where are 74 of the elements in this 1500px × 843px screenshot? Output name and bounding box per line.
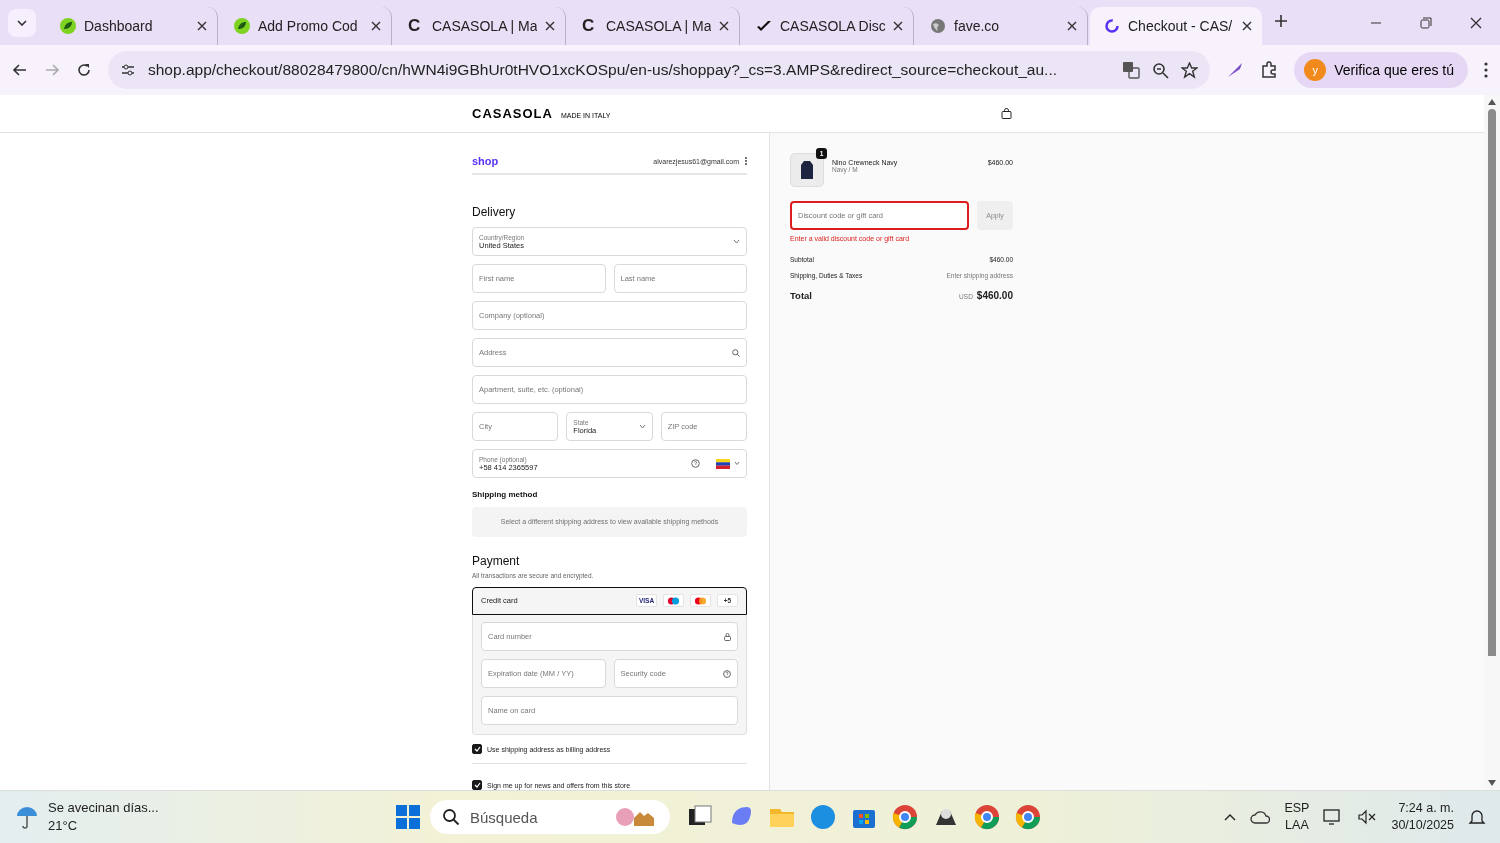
language-indicator[interactable]: ESP [1284,800,1310,817]
chevron-down-icon [638,424,646,429]
total-label: Total [790,290,812,301]
close-icon[interactable] [893,21,903,31]
restore-icon[interactable] [1420,16,1432,29]
section-heading: Delivery [472,205,517,219]
check-icon [473,746,481,752]
more-menu-icon[interactable] [1484,62,1488,78]
chevron-down-icon [17,19,27,26]
globe-icon [930,18,946,34]
shopping-bag-icon[interactable] [1001,108,1012,119]
tab-search-button[interactable] [8,8,36,37]
section-heading: Payment [472,553,521,568]
muted-speaker-icon[interactable] [1357,809,1378,825]
browser-tab[interactable]: Checkout - CAS/ [1090,7,1262,45]
close-icon[interactable] [1067,21,1077,31]
close-icon[interactable] [371,21,381,31]
weather-text[interactable]: Se avecinan días... [48,799,159,817]
check-icon [473,782,481,788]
chevron-up-icon[interactable] [1224,813,1237,821]
leaf-icon [234,18,250,34]
shop-logo: shop [472,155,499,167]
leaf-icon [60,18,76,34]
mastercard-logo [690,594,711,608]
star-icon[interactable] [1181,61,1199,79]
search-icon [732,348,740,357]
checkbox[interactable] [472,744,482,754]
address-bar[interactable]: shop.app/checkout/88028479800/cn/hWN4i9GBhUr0tHVO1xcKOSpu/en-us/shoppay?_cs=3.AMPS&redirect_source=checkout_au... [108,51,1211,89]
chevron-down-icon [733,239,740,244]
site-icon: C [582,16,598,36]
swoosh-icon [756,18,772,34]
translate-icon[interactable] [1122,61,1141,79]
close-icon[interactable] [197,21,207,31]
help-icon [691,459,700,468]
lock-icon [724,632,731,641]
close-icon[interactable] [1470,16,1482,29]
total-amount: $460.00 [976,290,1013,301]
chrome-icon[interactable] [973,803,1001,831]
scrollbar[interactable] [1484,95,1500,790]
maestro-logo [663,594,684,608]
flag-icon[interactable] [716,458,730,469]
chevron-down-icon [734,461,740,466]
close-icon[interactable] [719,21,729,31]
reload-icon[interactable] [76,62,92,78]
site-icon: C [408,16,424,36]
sweater-icon [800,160,814,180]
clock-date[interactable]: 30/10/2025 [1391,817,1454,834]
clock-time[interactable]: 7:24 a. m. [1391,800,1454,817]
notification-icon[interactable] [1468,808,1486,826]
back-icon[interactable] [12,62,28,78]
section-heading: Shipping method [472,490,539,499]
new-tab-icon[interactable] [1274,13,1288,28]
store-logo[interactable]: CASASOLA [472,106,553,121]
chrome-icon[interactable] [1014,803,1042,831]
close-icon[interactable] [1242,21,1252,31]
close-icon[interactable] [545,21,555,31]
start-icon[interactable] [394,803,422,831]
taskbar-search[interactable]: Búsqueda [430,800,670,834]
extensions-icon[interactable] [1260,61,1279,79]
search-icon [442,808,460,826]
url-text: shop.app/checkout/88028479800/cn/hWN4i9GBhUr0tHVO1xcKOSpu/en-us/shoppay?_cs=3.AMPS&redirect_source=checkout_au... [148,61,1058,79]
umbrella-icon [14,804,40,830]
help-icon [723,669,731,678]
scroll-up-icon [1488,99,1496,105]
scroll-down-icon [1488,780,1496,786]
zoom-icon[interactable] [1152,61,1170,79]
cloud-icon[interactable] [1250,810,1271,824]
avatar: y [1304,59,1327,81]
profile-button[interactable]: y Verifica que eres tú [1294,52,1468,88]
chrome-icon[interactable] [891,803,919,831]
loading-ring-icon [1104,18,1120,34]
language-indicator[interactable]: LAA [1284,817,1310,834]
site-settings-icon[interactable] [120,62,136,78]
temperature: 21°C [48,817,79,835]
